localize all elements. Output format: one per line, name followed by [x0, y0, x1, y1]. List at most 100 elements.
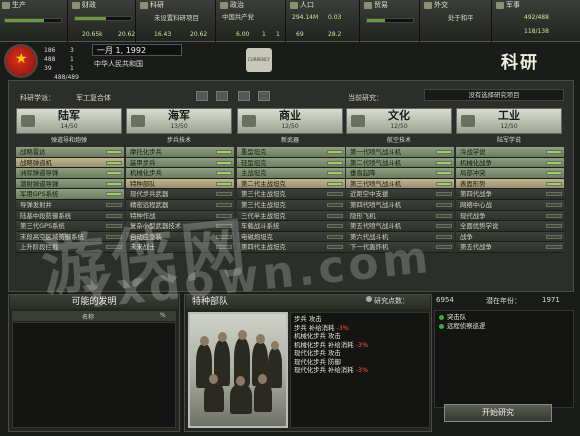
effect-line: 机械化步兵 攻击 — [294, 332, 426, 341]
country-stat2-1: 3 — [70, 47, 74, 54]
effect-line: 机械化步兵 补给消耗 -3% — [294, 341, 426, 350]
tech-progress — [327, 150, 343, 154]
category-tab-0[interactable]: 陆军 14/50 — [16, 108, 122, 134]
tech-progress — [327, 160, 343, 165]
research-queue[interactable]: 突击队 远程侦察巡逻 — [434, 310, 574, 408]
military-tab[interactable]: 军事 492/488 118/138 — [494, 0, 580, 42]
production-tab[interactable]: 生产 — [0, 0, 68, 42]
category-icon — [131, 115, 145, 127]
school-value: 军工复合体 — [76, 94, 111, 102]
tech-name: 垂直起降 — [350, 169, 376, 178]
country-name: 中华人民共和国 — [94, 60, 143, 68]
tech-progress — [106, 192, 122, 197]
column-subheader: 新武器 — [280, 137, 299, 144]
tech-item[interactable]: 潜射弹道导弹 — [16, 178, 124, 190]
tech-item[interactable]: 重型坦克 — [237, 147, 345, 158]
manpower-label: 人口 — [300, 1, 314, 9]
diplomacy-label: 外交 — [434, 1, 448, 9]
tech-item[interactable]: 特种部队 — [126, 178, 234, 190]
tech-item[interactable]: 战略雷达 — [16, 147, 124, 158]
effect-delta: -3% — [355, 340, 369, 349]
category-icon — [242, 115, 256, 127]
start-research-button[interactable]: 开始研究 — [444, 404, 552, 422]
effect-delta: -3% — [355, 366, 369, 374]
military-value: 492/488 — [524, 14, 549, 21]
tech-progress — [436, 160, 452, 165]
manpower-tab[interactable]: 人口 294.14M 0.03 69 28.2 — [288, 0, 360, 42]
filter-scale-icon[interactable] — [258, 91, 270, 101]
finance-tab[interactable]: 财政 20.65k 20.62 — [70, 0, 136, 42]
tech-name: 摩托化步兵 — [130, 148, 162, 156]
trade-tab[interactable]: 贸易 — [362, 0, 420, 42]
filter-all-icon[interactable] — [196, 91, 208, 101]
tech-item[interactable]: 主战坦克 — [237, 168, 345, 179]
queue-item-label: 远程侦察巡逻 — [447, 322, 486, 330]
tech-name: 第二代喷气战斗机 — [350, 158, 402, 167]
category-icon — [351, 115, 365, 127]
tech-name: 主战坦克 — [241, 169, 267, 178]
effect-line: 现代化步兵 防御 — [294, 358, 426, 367]
effect-line: 步兵 补给消耗 -3% — [294, 324, 426, 333]
filter-m-icon[interactable] — [238, 91, 250, 101]
category-tab-3[interactable]: 文化 12/50 — [346, 108, 452, 134]
handshake-icon — [424, 2, 432, 9]
research-sub: 20.62 — [190, 31, 208, 38]
diplomacy-tab[interactable]: 外交 处于和平 — [422, 0, 492, 42]
filter-split-icon[interactable] — [216, 91, 228, 101]
tech-item[interactable]: 冷战学说 — [456, 147, 564, 158]
national-emblem-icon[interactable] — [4, 44, 38, 78]
tech-progress — [106, 160, 122, 165]
finance-sub: 20.62 — [118, 31, 136, 38]
effect-text: 步兵 补给消耗 — [294, 323, 335, 332]
queue-item[interactable]: 突击队 — [439, 313, 569, 322]
finance-label: 财政 — [82, 1, 96, 9]
tech-name: 军用GPS系统 — [20, 190, 59, 199]
category-tab-2[interactable]: 商业 12/50 — [237, 108, 343, 134]
research-points-bar: 研究点数： 6954 潜在年份： 1971 — [364, 295, 574, 307]
research-tab[interactable]: 科研 未设置科研项目 16.43 20.62 — [138, 0, 216, 42]
politics-tab[interactable]: 政治 中国共产党 6.00 1 1 — [218, 0, 286, 42]
tech-item[interactable]: 机械化步兵 — [126, 168, 234, 179]
tech-item[interactable]: 战略弹道机 — [16, 157, 124, 169]
tech-progress — [327, 171, 343, 176]
tech-item[interactable]: 第二代喷气战斗机 — [346, 157, 454, 169]
country-stat-2: 488 — [44, 56, 56, 63]
tech-progress — [216, 181, 232, 186]
production-label: 生产 — [12, 1, 26, 9]
category-icon — [461, 115, 475, 127]
inventions-col-pct[interactable]: % — [160, 312, 166, 319]
tech-item[interactable]: 第一代喷气战斗机 — [346, 147, 454, 158]
manpower-value: 294.14M — [292, 14, 319, 21]
inventions-list[interactable] — [12, 322, 176, 428]
tech-item[interactable]: 军用GPS系统 — [16, 189, 124, 200]
effect-delta: -3% — [336, 323, 349, 332]
tech-item[interactable]: 装甲步兵 — [126, 157, 234, 169]
tech-name: 第一代喷气战斗机 — [350, 148, 402, 156]
category-tab-1[interactable]: 海军 13/50 — [126, 108, 232, 134]
currency-button[interactable]: CURRENCY — [246, 48, 272, 72]
status-dot-icon — [439, 315, 444, 320]
finance-bar — [74, 16, 132, 21]
team-photo — [188, 312, 288, 428]
tech-item[interactable]: 轻型坦克 — [237, 157, 345, 169]
party-name: 中国共产党 — [222, 13, 254, 21]
tech-progress — [106, 202, 122, 207]
points-icon — [366, 296, 372, 302]
tech-item[interactable]: 摩托化步兵 — [126, 147, 234, 158]
column-subheader: 步兵技术 — [166, 137, 191, 144]
category-icon — [21, 115, 35, 127]
finance-value: 20.65k — [82, 31, 103, 38]
tech-name: 战略雷达 — [20, 148, 46, 156]
category-tab-4[interactable]: 工业 12/50 — [456, 108, 562, 134]
tech-name: 现代步兵武器 — [130, 190, 169, 199]
queue-item[interactable]: 远程侦察巡逻 — [439, 322, 569, 331]
team-effects: 步兵 攻击 步兵 补给消耗 -3% 机械化步兵 攻击 机械化步兵 补给消耗 -3%… — [290, 312, 430, 428]
tech-name: 装甲步兵 — [130, 158, 156, 167]
tech-item[interactable]: 洲际弹道导弹 — [16, 168, 124, 179]
research-value: 16.43 — [154, 31, 172, 38]
politics-value: 6.00 — [236, 31, 250, 38]
tech-name: 潜射弹道导弹 — [20, 179, 59, 188]
effect-text: 现代化步兵 攻击 — [294, 349, 341, 357]
status-dot-icon — [439, 324, 444, 329]
school-label: 科研学派： — [20, 94, 55, 102]
